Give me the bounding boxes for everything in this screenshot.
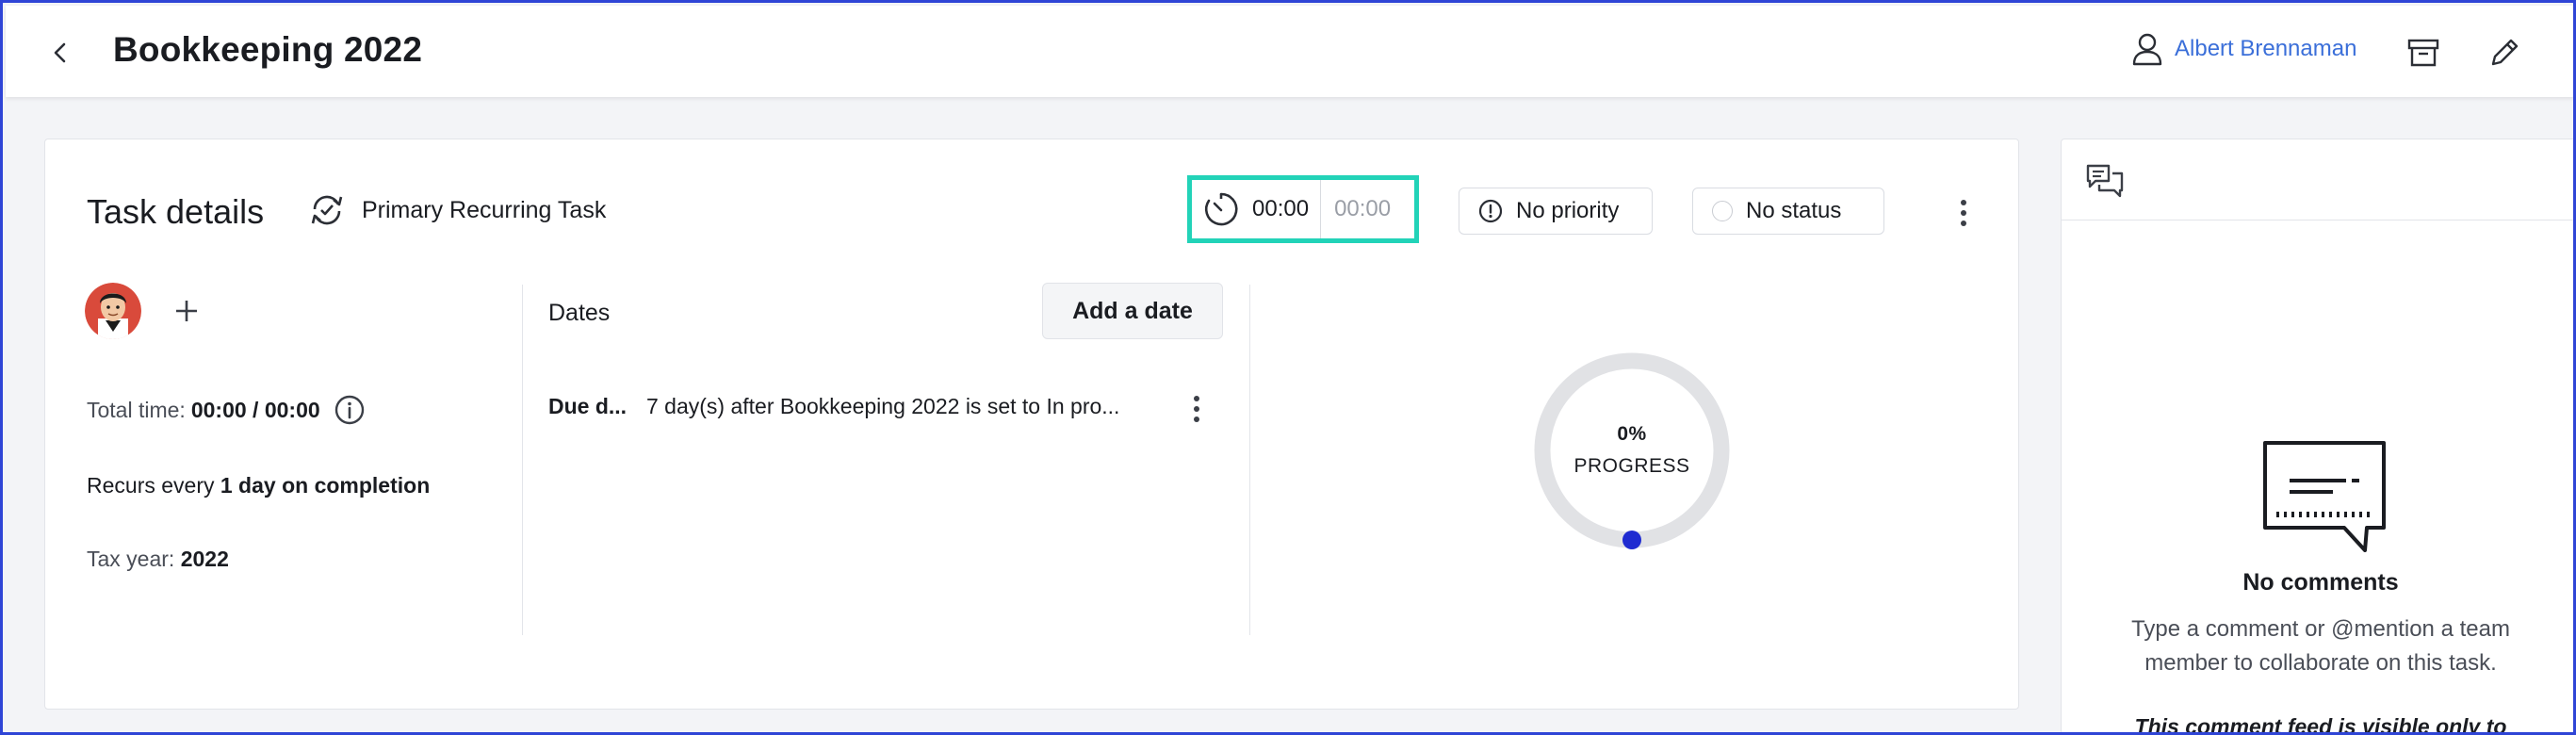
page-title: Bookkeeping 2022: [113, 30, 423, 69]
column-divider: [522, 285, 523, 635]
recurrence-summary: Recurs every 1 day on completion: [87, 473, 430, 498]
progress-text: 0% PROGRESS: [1530, 349, 1734, 552]
dates-heading: Dates: [548, 300, 611, 326]
recurring-task-label: Primary Recurring Task: [362, 196, 607, 223]
info-icon[interactable]: [334, 394, 366, 426]
timer-divider: [1320, 180, 1322, 238]
chevron-left-icon: [54, 42, 66, 63]
empty-comments-hint: Type a comment or @mention a team member…: [2131, 616, 2510, 676]
page-header: Bookkeeping 2022 Albert Brennaman: [6, 6, 2573, 97]
back-button[interactable]: [41, 34, 79, 72]
section-title: Task details: [87, 192, 265, 231]
priority-label: No priority: [1516, 198, 1620, 223]
empty-comments-title: No comments: [2242, 569, 2399, 596]
time-tracker[interactable]: 00:00 00:00: [1187, 175, 1419, 243]
empty-comments-illustration: [2263, 441, 2386, 552]
add-assignee-button[interactable]: [166, 290, 207, 332]
start-timer-button[interactable]: [1201, 189, 1241, 229]
due-date-options-button[interactable]: [1185, 392, 1208, 426]
priority-alert-icon: [1478, 199, 1503, 223]
more-vertical-icon: [1194, 396, 1199, 401]
add-date-button[interactable]: Add a date: [1042, 283, 1223, 339]
progress-ring: 0% PROGRESS: [1530, 349, 1734, 552]
user-name[interactable]: Albert Brennaman: [2175, 36, 2356, 62]
user-icon: [2132, 33, 2162, 66]
pencil-icon: [2491, 39, 2519, 66]
status-dropdown[interactable]: No status: [1692, 188, 1884, 235]
progress-percent: 0%: [1617, 423, 1647, 445]
more-vertical-icon: [1961, 200, 1966, 205]
due-date-value: 7 day(s) after Bookkeeping 2022 is set t…: [646, 394, 1120, 418]
tax-year-label: Tax year:: [87, 547, 175, 571]
plus-icon: [176, 301, 197, 321]
recurs-prefix: Recurs every: [87, 473, 215, 498]
total-time-value: 00:00 / 00:00: [190, 397, 320, 422]
estimated-time[interactable]: 00:00: [1334, 196, 1391, 222]
priority-dropdown[interactable]: No priority: [1459, 188, 1653, 235]
comments-header: [2062, 139, 2573, 220]
task-more-options-button[interactable]: [1947, 194, 1981, 232]
avatar-image: [85, 283, 141, 339]
comments-icon[interactable]: [2084, 162, 2126, 200]
assignee-avatar[interactable]: [85, 283, 141, 339]
stopwatch-icon: [1204, 192, 1238, 226]
total-time-label: Total time:: [87, 397, 186, 422]
tax-year-row: Tax year: 2022: [87, 547, 229, 572]
edit-button[interactable]: [2484, 32, 2525, 74]
column-divider: [1249, 285, 1250, 635]
recurs-value: 1 day on completion: [220, 473, 431, 498]
comment-visibility-note: This comment feed is visible only to: [2134, 714, 2507, 735]
recurring-task-indicator[interactable]: Primary Recurring Task: [307, 192, 606, 228]
assigned-user-link[interactable]: Albert Brennaman: [2131, 32, 2356, 66]
due-date-key: Due d...: [548, 394, 628, 418]
app-window: Bookkeeping 2022 Albert Brennaman Task d…: [0, 0, 2576, 735]
total-time-row: Total time: 00:00 / 00:00: [87, 394, 366, 426]
comments-panel: No comments Type a comment or @mention a…: [2061, 139, 2573, 735]
progress-label: PROGRESS: [1573, 455, 1690, 477]
task-details-card: Task details Primary Recurring Task 00:0…: [44, 139, 2019, 710]
due-date-row[interactable]: Due d... 7 day(s) after Bookkeeping 2022…: [548, 394, 1246, 419]
recurring-sync-icon: [311, 195, 343, 225]
status-label: No status: [1746, 198, 1842, 223]
archive-icon: [2407, 39, 2439, 67]
elapsed-time: 00:00: [1252, 196, 1310, 221]
status-circle-icon: [1712, 201, 1733, 221]
tax-year-value: 2022: [180, 547, 229, 571]
archive-button[interactable]: [2403, 32, 2444, 74]
